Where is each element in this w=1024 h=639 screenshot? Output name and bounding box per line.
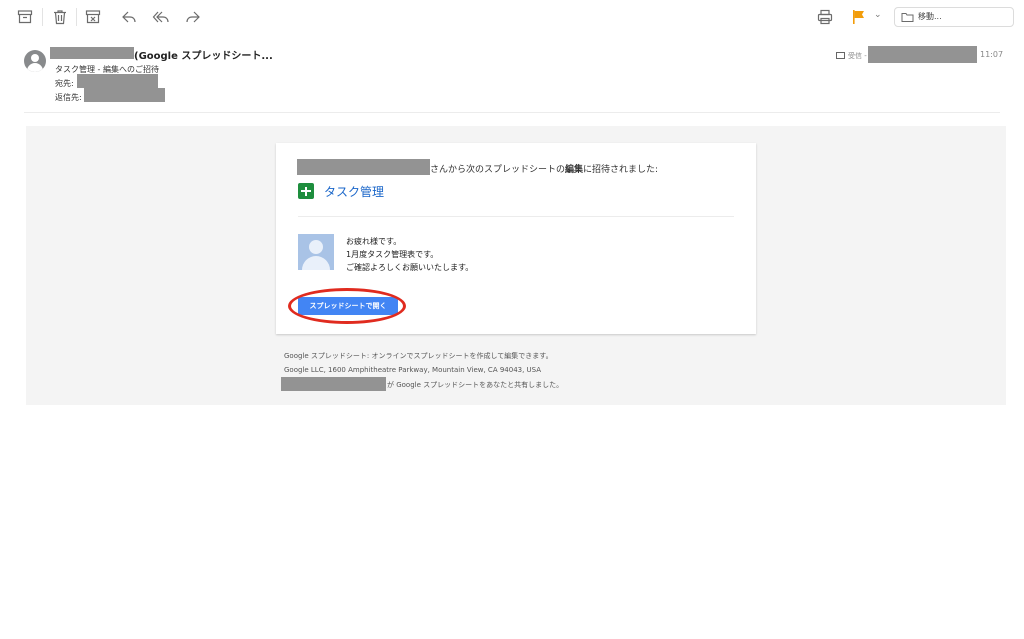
inbox-label: 受信 -	[848, 52, 867, 60]
received-time: 11:07	[980, 50, 1004, 59]
footer-line-1: Google スプレッドシート: オンラインでスプレッドシートを作成して編集でき…	[284, 352, 553, 360]
redacted-sharer	[281, 377, 386, 391]
footer-line-2: Google LLC, 1600 Amphitheatre Parkway, M…	[284, 366, 542, 374]
toolbar-divider	[76, 8, 77, 26]
open-in-sheets-button[interactable]: スプレッドシートで開く	[298, 297, 398, 315]
person-placeholder-icon	[298, 234, 334, 270]
forward-icon[interactable]	[184, 8, 202, 26]
junk-icon[interactable]	[84, 8, 102, 26]
redacted-account	[868, 46, 977, 63]
email-subject: (Google スプレッドシート...	[134, 51, 273, 62]
chevron-down-icon[interactable]: ⌄	[874, 10, 882, 20]
folder-icon	[901, 13, 914, 22]
redacted-sender-name	[50, 47, 134, 59]
header-divider	[24, 112, 1000, 113]
reply-to-label: 返信先:	[55, 93, 82, 102]
document-title-link[interactable]: タスク管理	[324, 183, 384, 200]
toolbar-divider	[42, 8, 43, 26]
reply-all-icon[interactable]	[152, 8, 170, 26]
flag-icon[interactable]	[850, 8, 868, 26]
move-to-folder-button[interactable]: 移動...	[894, 7, 1014, 27]
toolbar: ⌄ 移動...	[0, 0, 1024, 36]
sender-avatar	[24, 50, 46, 72]
google-sheets-icon	[298, 183, 314, 199]
print-icon[interactable]	[816, 8, 834, 26]
card-divider	[298, 216, 734, 217]
message-line: ご確認よろしくお願いいたします。	[346, 263, 474, 272]
message-line: お疲れ様です。	[346, 237, 402, 246]
to-label: 宛先:	[55, 79, 74, 88]
reply-icon[interactable]	[120, 8, 138, 26]
invite-text-suffix: に招待されました:	[583, 165, 659, 175]
redacted-reply-to	[84, 88, 165, 102]
move-label: 移動...	[918, 12, 942, 21]
invite-message: さんから次のスプレッドシートの編集に招待されました:	[430, 162, 658, 175]
archive-icon[interactable]	[16, 8, 34, 26]
footer-line-3: が Google スプレッドシートをあなたと共有しました。	[387, 381, 564, 389]
message-line: 1月度タスク管理表です。	[346, 250, 439, 259]
invite-text-bold: 編集	[565, 165, 584, 175]
trash-icon[interactable]	[51, 8, 69, 26]
redacted-recipient	[77, 74, 158, 88]
redacted-inviter	[297, 159, 430, 175]
invite-text-prefix: さんから次のスプレッドシートの	[430, 165, 566, 175]
inbox-folder-icon	[836, 52, 845, 59]
